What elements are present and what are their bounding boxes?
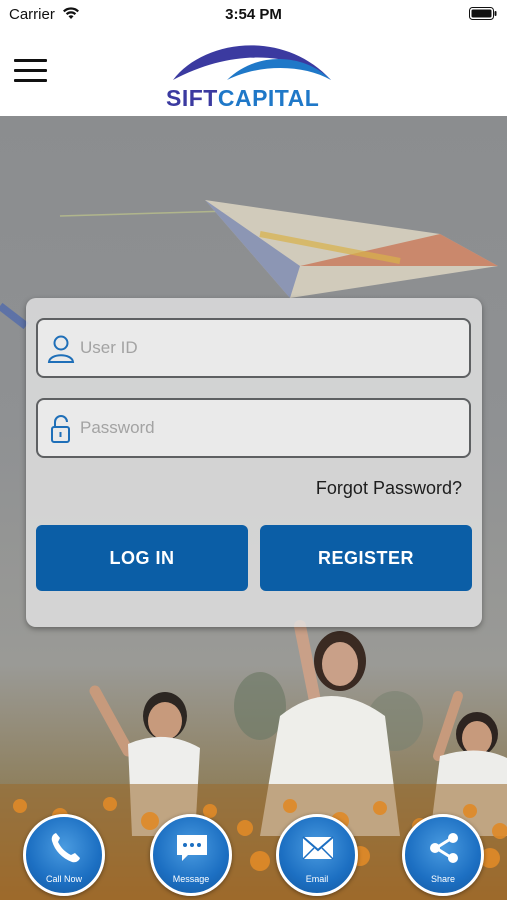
login-card: Forgot Password? LOG IN REGISTER bbox=[26, 298, 482, 627]
message-icon bbox=[177, 835, 207, 861]
login-button[interactable]: LOG IN bbox=[36, 525, 248, 591]
password-field[interactable] bbox=[36, 398, 471, 458]
hamburger-menu-icon[interactable] bbox=[14, 59, 47, 83]
logo-arc-icon bbox=[173, 45, 331, 80]
user-icon bbox=[47, 335, 75, 363]
logo-text-capital: CAPITAL bbox=[217, 85, 320, 111]
user-id-field[interactable] bbox=[36, 318, 471, 378]
email-button[interactable]: Email bbox=[276, 814, 358, 896]
lock-icon bbox=[51, 415, 70, 443]
share-icon bbox=[430, 833, 458, 863]
share-label: Share bbox=[430, 874, 456, 884]
app-header: SIFTCAPITAL bbox=[0, 28, 507, 116]
forgot-password-link[interactable]: Forgot Password? bbox=[316, 478, 462, 499]
email-label: Email bbox=[305, 874, 329, 884]
status-bar: Carrier 3:54 PM bbox=[0, 0, 507, 28]
user-id-input[interactable] bbox=[80, 320, 460, 376]
register-button[interactable]: REGISTER bbox=[260, 525, 472, 591]
sift-capital-logo: SIFTCAPITAL bbox=[163, 34, 345, 112]
logo-text: SIFTCAPITAL bbox=[166, 85, 319, 112]
envelope-icon bbox=[302, 836, 334, 860]
logo-text-sift: SIFT bbox=[166, 85, 218, 111]
status-time: 3:54 PM bbox=[225, 6, 282, 23]
call-now-label: Call Now bbox=[45, 874, 82, 884]
phone-icon bbox=[51, 833, 80, 863]
message-button[interactable]: Message bbox=[150, 814, 232, 896]
message-label: Message bbox=[172, 874, 210, 884]
call-now-button[interactable]: Call Now bbox=[23, 814, 105, 896]
battery-icon bbox=[469, 7, 497, 20]
share-button[interactable]: Share bbox=[402, 814, 484, 896]
password-input[interactable] bbox=[80, 400, 460, 456]
